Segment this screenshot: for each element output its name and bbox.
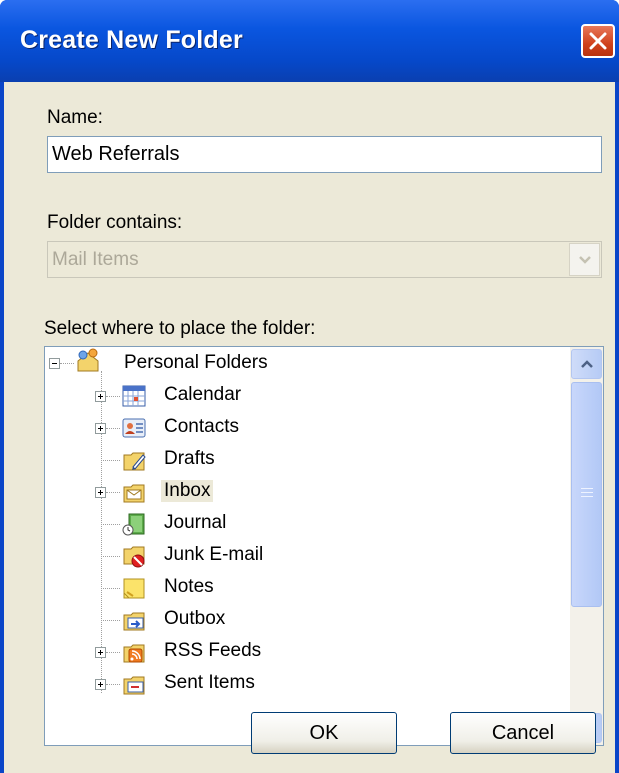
close-button[interactable]: [581, 24, 615, 58]
contacts-icon: [122, 418, 146, 438]
tree-node-inbox[interactable]: Inbox: [161, 480, 214, 502]
personal-folders-icon: [77, 348, 99, 372]
folder-contains-value: Mail Items: [52, 249, 139, 270]
scroll-up-button[interactable]: [571, 349, 602, 379]
scroll-thumb[interactable]: [571, 382, 602, 607]
tree-node-personal-folders[interactable]: Personal Folders: [121, 352, 271, 374]
chevron-up-icon: [581, 360, 593, 368]
sent-items-icon: [123, 676, 145, 695]
tree-node-notes[interactable]: Notes: [161, 576, 217, 598]
minus-icon: [52, 363, 57, 364]
drafts-icon: [123, 452, 146, 471]
location-label: Select where to place the folder:: [44, 318, 316, 339]
create-folder-dialog: Create New Folder Name: Web Referrals Fo…: [0, 0, 619, 773]
folder-contains-select[interactable]: Mail Items: [47, 241, 602, 278]
tree-line: [60, 363, 74, 364]
notes-icon: [123, 578, 145, 599]
rss-feeds-icon: [123, 644, 145, 663]
tree-line: [106, 652, 120, 653]
outbox-icon: [123, 612, 145, 631]
expand-toggle[interactable]: [95, 423, 106, 434]
dialog-body: Name: Web Referrals Folder contains: Mai…: [4, 82, 615, 773]
tree-line: [106, 396, 120, 397]
dropdown-button[interactable]: [569, 243, 600, 276]
expand-toggle[interactable]: [95, 679, 106, 690]
tree-line: [101, 524, 120, 525]
tree-node-calendar[interactable]: Calendar: [161, 384, 244, 406]
tree-node-outbox[interactable]: Outbox: [161, 608, 228, 630]
tree-line: [101, 556, 120, 557]
tree-line: [101, 620, 120, 621]
folder-tree[interactable]: Personal Folders Calendar Contacts Drafts…: [44, 346, 604, 746]
expand-toggle[interactable]: [95, 647, 106, 658]
tree-node-rss-feeds[interactable]: RSS Feeds: [161, 640, 264, 662]
inbox-icon: [123, 484, 145, 503]
thumb-grip: [581, 492, 593, 493]
tree-line: [101, 588, 120, 589]
plus-icon: [98, 490, 103, 495]
plus-icon: [98, 426, 103, 431]
calendar-icon: [122, 385, 146, 407]
tree-line: [106, 684, 120, 685]
cancel-button[interactable]: Cancel: [450, 712, 596, 754]
journal-icon: [122, 513, 145, 536]
collapse-toggle[interactable]: [49, 358, 60, 369]
ok-button[interactable]: OK: [251, 712, 397, 754]
dialog-title: Create New Folder: [20, 26, 243, 54]
tree-line: [106, 428, 120, 429]
tree-node-journal[interactable]: Journal: [161, 512, 229, 534]
plus-icon: [98, 394, 103, 399]
tree-line: [101, 460, 120, 461]
thumb-grip: [581, 496, 593, 497]
tree-line: [101, 371, 102, 693]
tree-node-drafts[interactable]: Drafts: [161, 448, 218, 470]
junk-email-icon: [123, 546, 145, 568]
folder-contains-label: Folder contains:: [47, 212, 183, 233]
thumb-grip: [581, 488, 593, 489]
chevron-down-icon: [579, 256, 591, 264]
tree-node-junk-e-mail[interactable]: Junk E-mail: [161, 544, 266, 566]
name-label: Name:: [47, 107, 103, 128]
vertical-scrollbar[interactable]: [570, 347, 603, 745]
expand-toggle[interactable]: [95, 487, 106, 498]
close-icon: [589, 32, 607, 50]
title-bar[interactable]: Create New Folder: [0, 0, 619, 82]
name-input[interactable]: Web Referrals: [47, 136, 602, 173]
plus-icon: [98, 650, 103, 655]
tree-line: [106, 492, 120, 493]
tree-node-contacts[interactable]: Contacts: [161, 416, 242, 438]
expand-toggle[interactable]: [95, 391, 106, 402]
plus-icon: [98, 682, 103, 687]
tree-node-sent-items[interactable]: Sent Items: [161, 672, 258, 694]
